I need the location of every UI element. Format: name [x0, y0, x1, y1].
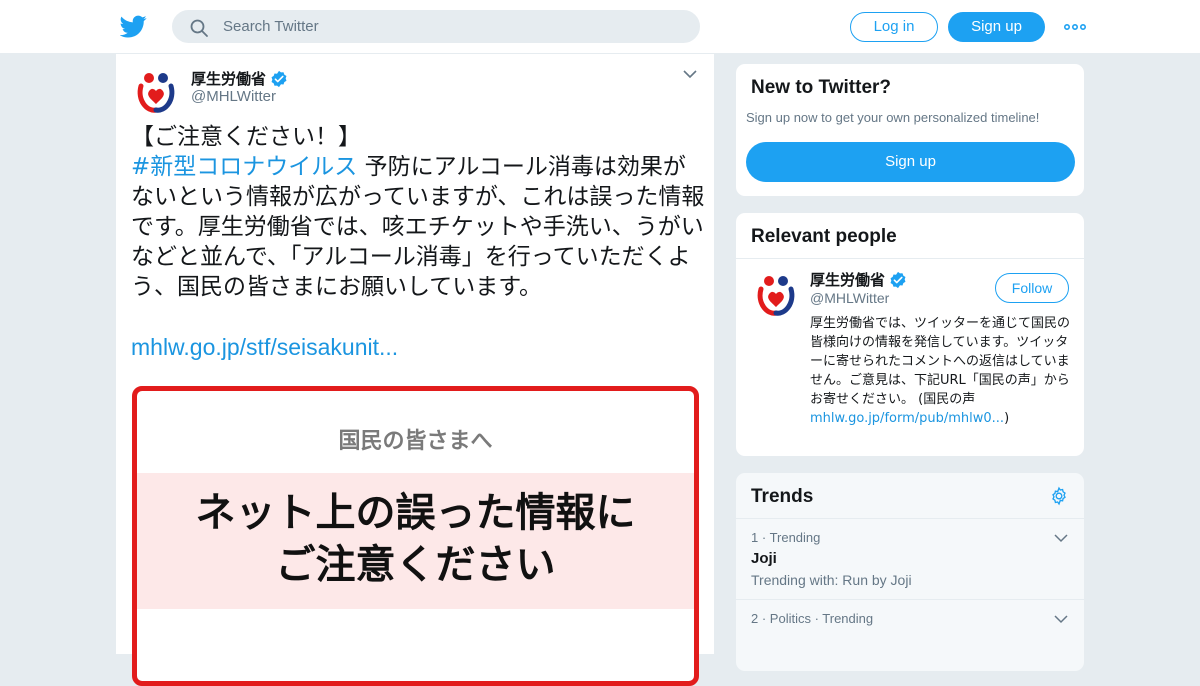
new-to-twitter-title: New to Twitter?: [751, 77, 892, 98]
sidebar-signup-button[interactable]: Sign up: [746, 142, 1075, 182]
relevant-person-handle[interactable]: @MHLWitter: [810, 290, 889, 306]
relevant-people-card: Relevant people 厚生労働省 @MHLWitter Follow …: [735, 212, 1085, 457]
divider: [736, 258, 1084, 259]
chevron-down-icon[interactable]: [1054, 614, 1068, 624]
avatar[interactable]: [751, 269, 801, 319]
follow-button[interactable]: Follow: [995, 273, 1069, 303]
trend-name[interactable]: Joji: [751, 550, 777, 567]
tweet-card: 厚生労働省 @MHLWitter 【ご注意ください！】 #新型コロナウイルス 予…: [115, 54, 715, 686]
trend-meta: 2 · Politics · Trending: [751, 611, 874, 626]
media-headline-line2: ご注意ください: [275, 542, 556, 588]
trend-meta-text: Politics · Trending: [769, 611, 874, 626]
new-to-twitter-card: New to Twitter? Sign up now to get your …: [735, 63, 1085, 197]
trend-meta: 1 · Trending: [751, 530, 821, 545]
trend-item[interactable]: 2 · Politics · Trending: [736, 600, 1084, 670]
trends-card: Trends 1 · Trending Joji Trending with: …: [735, 472, 1085, 672]
hashtag-link[interactable]: #新型コロナウイルス: [131, 154, 357, 180]
new-to-twitter-description: Sign up now to get your own personalized…: [746, 110, 1040, 125]
trend-meta-text: Trending: [769, 530, 821, 545]
search-input[interactable]: [223, 11, 683, 42]
verified-badge-icon: [271, 70, 287, 87]
tweet-media-image[interactable]: 国民の皆さまへ ネット上の誤った情報に ご注意ください: [132, 386, 699, 686]
trend-item[interactable]: 1 · Trending Joji Trending with: Run by …: [736, 519, 1084, 599]
settings-gear-icon[interactable]: [1049, 486, 1069, 506]
author-name-text[interactable]: 厚生労働省: [191, 68, 266, 89]
mhlw-logo-icon: [752, 270, 800, 318]
login-button[interactable]: Log in: [850, 12, 938, 42]
verified-badge-icon: [890, 271, 906, 288]
bio-link[interactable]: mhlw.go.jp/form/pub/mhlw0...: [810, 411, 1004, 426]
avatar[interactable]: [131, 66, 181, 116]
relevant-people-title: Relevant people: [751, 226, 897, 247]
trend-rank: 1: [751, 530, 759, 545]
trend-subtitle: Trending with: Run by Joji: [751, 572, 912, 588]
trends-title: Trends: [751, 486, 814, 507]
media-headline-line1: ネット上の誤った情報に: [195, 490, 636, 536]
relevant-person-name[interactable]: 厚生労働省: [810, 269, 907, 290]
media-headline: ネット上の誤った情報に ご注意ください: [137, 487, 694, 591]
bio-text-end: ): [1004, 411, 1010, 426]
bio-text: 厚生労働省では、ツイッターを通じて国民の皆様向けの情報を発信しています。ツイッタ…: [810, 316, 1071, 407]
tweet-author-handle[interactable]: @MHLWitter: [191, 88, 276, 105]
relevant-person-bio: 厚生労働省では、ツイッターを通じて国民の皆様向けの情報を発信しています。ツイッタ…: [810, 314, 1072, 428]
twitter-bird-icon[interactable]: [120, 13, 147, 40]
top-navigation-bar: Log in Sign up: [0, 0, 1200, 54]
search-icon: [190, 19, 208, 37]
chevron-down-icon[interactable]: [682, 68, 698, 80]
tweet-url-link[interactable]: mhlw.go.jp/stf/seisakunit...: [131, 334, 398, 361]
relevant-person-name-text[interactable]: 厚生労働省: [810, 269, 885, 290]
more-dots-icon[interactable]: [1063, 17, 1087, 37]
chevron-down-icon[interactable]: [1054, 533, 1068, 543]
tweet-author-name[interactable]: 厚生労働省: [191, 68, 288, 89]
tweet-text: 【ご注意ください！】 #新型コロナウイルス 予防にアルコール消毒は効果がないとい…: [131, 122, 706, 302]
search-box[interactable]: [172, 10, 700, 43]
trend-rank: 2: [751, 611, 759, 626]
media-subtitle: 国民の皆さまへ: [338, 429, 493, 454]
signup-button[interactable]: Sign up: [948, 12, 1045, 42]
mhlw-logo-icon: [132, 67, 180, 115]
tweet-text-line1: 【ご注意ください！】: [131, 124, 361, 150]
